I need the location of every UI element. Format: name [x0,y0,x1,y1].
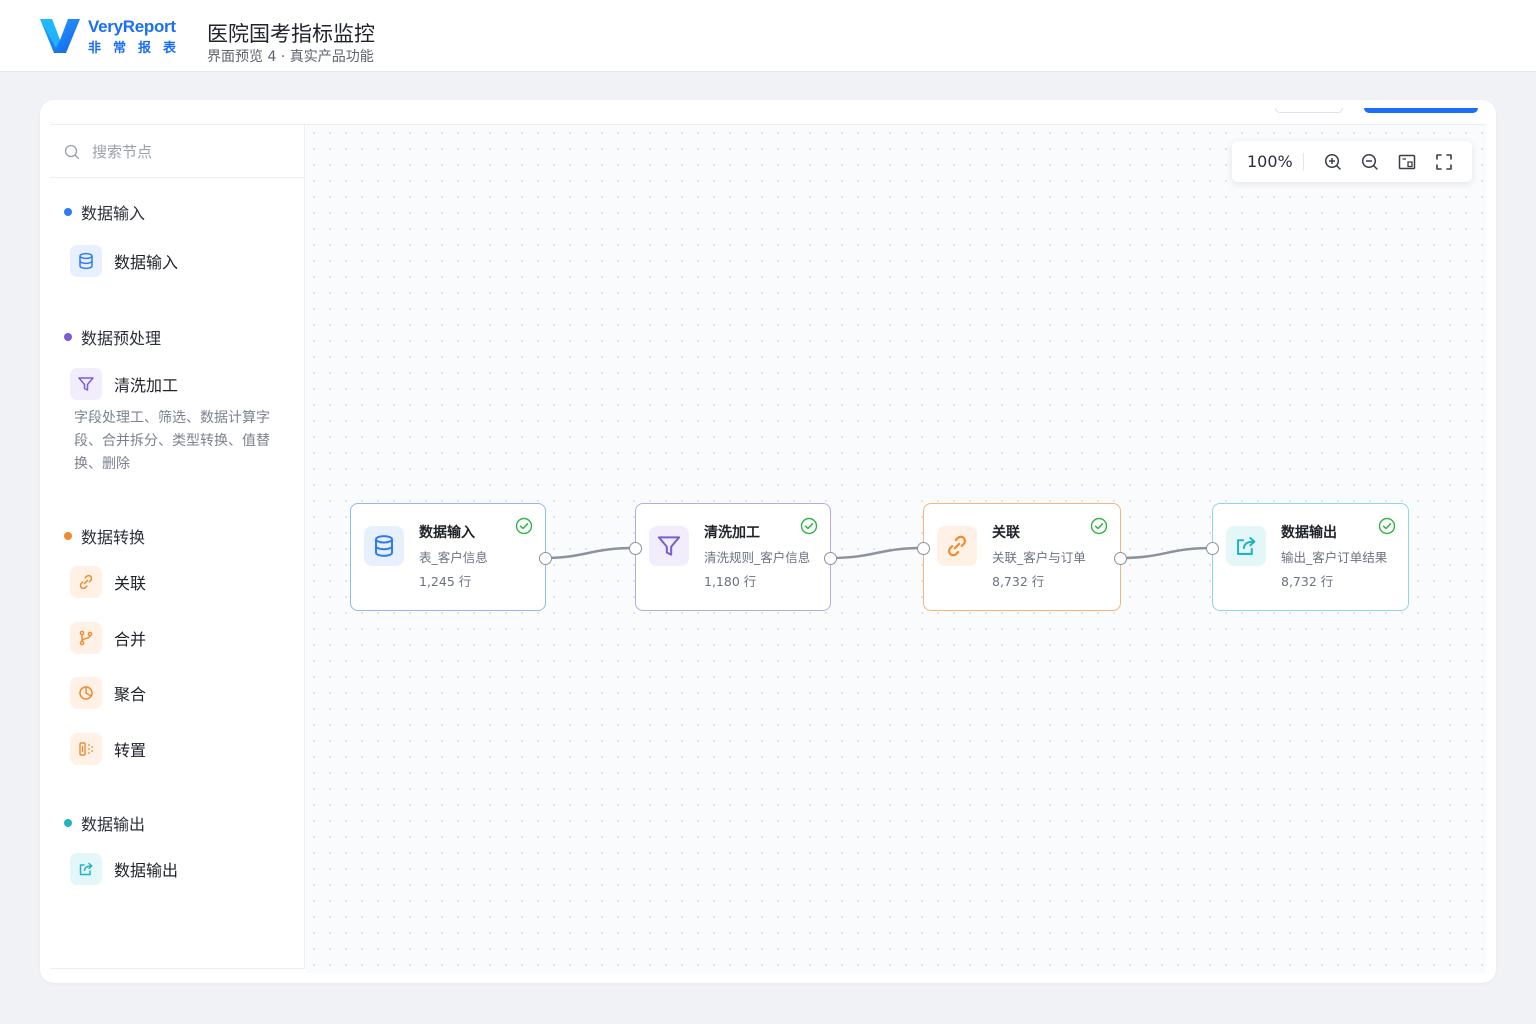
palette-item-transpose[interactable]: 转置 [70,733,290,765]
group-header-output: 数据输出 [64,812,145,834]
link-icon [70,566,102,598]
node-search [50,125,305,178]
group-dot [64,819,72,827]
node-output-port[interactable] [539,552,552,565]
node-output-port[interactable] [1114,552,1127,565]
aggregate-icon [70,677,102,709]
check-circle-icon [800,517,818,535]
node-subtitle: 清洗规则_客户信息 [704,550,811,565]
page-subtitle: 界面预览 4 · 真实产品功能 [207,49,374,65]
flow-node-join[interactable]: 关联 关联_客户与订单 8,732 行 [923,503,1121,611]
node-subtitle: 表_客户信息 [419,550,488,565]
fullscreen-icon [1435,153,1452,170]
node-row-count: 8,732 行 [1281,574,1334,589]
group-title: 数据输入 [81,204,146,223]
zoom-in-button[interactable] [1314,147,1351,177]
palette-item-data-input[interactable]: 数据输入 [70,245,290,277]
check-circle-icon [1090,517,1108,535]
node-input-port[interactable] [917,542,930,555]
export-icon [70,853,102,885]
primary-toolbar-button[interactable] [1364,108,1478,113]
palette-item-join[interactable]: 关联 [70,566,290,598]
zoom-out-button[interactable] [1351,147,1388,177]
fit-view-button[interactable] [1388,147,1425,177]
node-palette: 数据输入 数据输入 数据预处理 清洗加工 字段处理工、筛选、数据计算字段、合并拆… [50,125,305,969]
group-title: 数据输出 [81,815,146,834]
palette-item-label: 合并 [114,630,147,649]
fit-view-icon [1398,154,1415,169]
zoom-out-icon [1361,153,1378,170]
node-subtitle: 关联_客户与订单 [992,550,1086,565]
secondary-toolbar-button[interactable] [1275,108,1343,113]
filter-icon [70,368,102,400]
database-icon [70,245,102,277]
node-input-port[interactable] [629,542,642,555]
search-input[interactable] [92,139,292,165]
node-title: 数据输入 [419,525,475,541]
fullscreen-button[interactable] [1425,147,1462,177]
zoom-separator [1303,152,1304,171]
zoom-toolbar: 100% [1232,141,1472,182]
top-bar: VeryReport 非常报表 医院国考指标监控 界面预览 4 · 真实产品功能 [0,0,1536,72]
palette-item-description: 字段处理工、筛选、数据计算字段、合并拆分、类型转换、值替换、删除 [74,410,270,472]
group-dot [64,333,72,341]
search-icon [64,144,80,160]
node-title: 清洗加工 [704,525,760,541]
check-circle-icon [1378,517,1396,535]
merge-icon [70,622,102,654]
group-dot [64,208,72,216]
palette-item-label: 聚合 [114,685,147,704]
group-header-input: 数据输入 [64,201,145,223]
group-header-transform: 数据转换 [64,525,145,547]
node-subtitle: 输出_客户订单结果 [1281,550,1388,565]
palette-item-label: 清洗加工 [114,376,179,395]
group-title: 数据预处理 [81,329,162,348]
node-row-count: 1,180 行 [704,574,757,589]
node-title: 关联 [992,525,1020,541]
logo-brand-text: VeryReport [88,17,176,36]
palette-item-data-output[interactable]: 数据输出 [70,853,290,885]
check-circle-icon [515,517,533,535]
logo-v-icon [40,19,80,53]
zoom-level: 100% [1247,152,1293,171]
link-icon [937,526,977,566]
node-row-count: 8,732 行 [992,574,1045,589]
node-output-port[interactable] [824,552,837,565]
export-icon [1226,526,1266,566]
filter-icon [649,526,689,566]
group-header-preprocess: 数据预处理 [64,326,161,348]
palette-item-label: 数据输入 [114,253,179,272]
database-icon [364,526,404,566]
palette-item-merge[interactable]: 合并 [70,622,290,654]
group-title: 数据转换 [81,528,146,547]
logo-brand-subtext: 非常报表 [88,41,189,56]
node-input-port[interactable] [1206,542,1219,555]
flow-node-data-input[interactable]: 数据输入 表_客户信息 1,245 行 [350,503,546,611]
palette-item-label: 数据输出 [114,861,179,880]
page-title: 医院国考指标监控 [207,22,375,46]
flow-node-clean[interactable]: 清洗加工 清洗规则_客户信息 1,180 行 [635,503,831,611]
palette-item-label: 转置 [114,741,147,760]
transpose-icon [70,733,102,765]
flow-node-data-output[interactable]: 数据输出 输出_客户订单结果 8,732 行 [1212,503,1409,611]
node-title: 数据输出 [1281,525,1337,541]
palette-item-aggregate[interactable]: 聚合 [70,677,290,709]
zoom-in-icon [1324,153,1341,170]
group-dot [64,532,72,540]
palette-item-clean[interactable]: 清洗加工 [70,368,290,400]
brand-logo[interactable]: VeryReport 非常报表 [38,16,188,56]
palette-item-label: 关联 [114,574,147,593]
node-row-count: 1,245 行 [419,574,472,589]
